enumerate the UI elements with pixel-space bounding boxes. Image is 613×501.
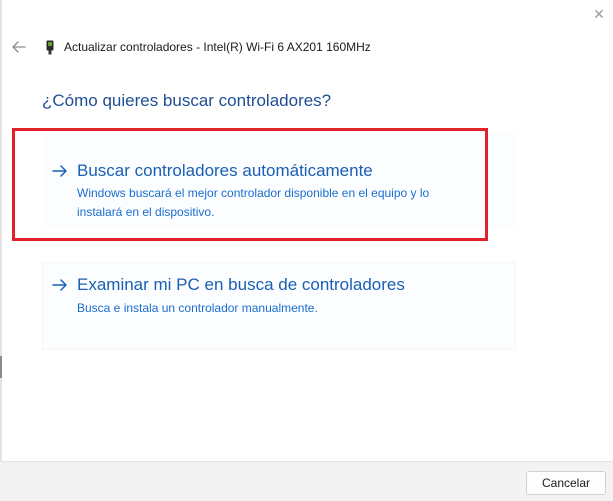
dialog-header: Actualizar controladores - Intel(R) Wi-F… [8,36,608,58]
window-left-edge [0,0,2,501]
arrow-right-icon [51,276,69,294]
highlight-annotation [12,128,488,241]
dialog-footer [0,461,613,501]
option-description-line: Busca e instala un controlador manualmen… [77,301,318,315]
close-icon[interactable]: ✕ [590,6,608,24]
window-title: Actualizar controladores - Intel(R) Wi-F… [64,40,371,54]
option-title: Examinar mi PC en busca de controladores [77,275,405,294]
browse-my-pc-option[interactable]: Examinar mi PC en busca de controladores… [42,262,516,350]
page-title: ¿Cómo quieres buscar controladores? [42,91,332,110]
cancel-button[interactable]: Cancelar [526,471,606,495]
window-left-edge-marker [0,356,2,378]
network-adapter-icon [46,40,54,55]
back-arrow-icon[interactable] [10,38,28,56]
option-description: Busca e instala un controlador manualmen… [77,299,497,318]
